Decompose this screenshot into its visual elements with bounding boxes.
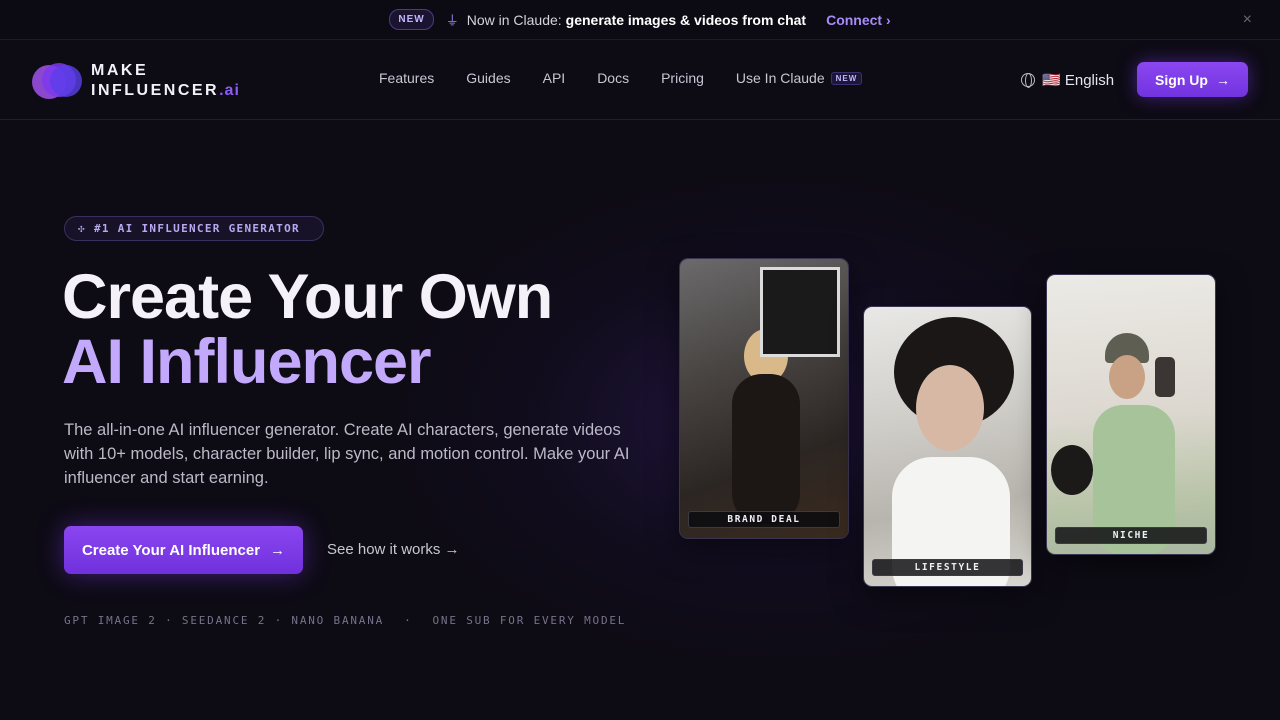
nav-item-pricing[interactable]: Pricing	[661, 70, 704, 86]
globe-icon	[1021, 73, 1035, 88]
see-how-it-works-link[interactable]: See how it works →	[327, 541, 460, 558]
models-list: GPT IMAGE 2 · SEEDANCE 2 · NANO BANANA	[64, 614, 385, 627]
announcement-lead: Now in Claude:	[466, 11, 562, 28]
card-label: BRAND DEAL	[688, 511, 840, 528]
models-tagline: ONE SUB FOR EVERY MODEL	[432, 614, 627, 627]
logo-line2: INFLUENCER	[91, 82, 220, 99]
arrow-right-icon: →	[1215, 71, 1230, 88]
cta-label: Create Your AI Influencer	[81, 541, 261, 559]
sparkle-icon: ✣	[78, 222, 86, 235]
announcement-message: generate images & videos from chat	[565, 11, 807, 28]
new-badge: NEW	[389, 9, 434, 30]
card-label: LIFESTYLE	[872, 559, 1023, 576]
arrow-right-icon: →	[270, 541, 286, 559]
language-label: 🇺🇸 English	[1042, 72, 1115, 89]
plug-icon: ⏚	[445, 13, 459, 28]
nav-item-label: Use In Claude	[735, 70, 825, 86]
nav-item-guides[interactable]: Guides	[466, 70, 510, 86]
main-nav: MAKE INFLUENCER.ai Features Guides API D…	[0, 40, 1280, 120]
new-tag: NEW	[830, 71, 863, 85]
nav-menu: Features Guides API Docs Pricing Use In …	[379, 70, 863, 86]
nav-item-use-in-claude[interactable]: Use In Claude NEW	[735, 70, 863, 86]
announcement-bar: NEW ⏚ Now in Claude: generate images & v…	[0, 0, 1280, 40]
hero-title-line1: Create Your Own	[62, 262, 553, 332]
logo-orb-icon	[50, 65, 82, 97]
card-label: NICHE	[1055, 527, 1207, 544]
connect-link-label[interactable]: Connect	[826, 12, 882, 28]
logo[interactable]: MAKE INFLUENCER.ai	[32, 61, 252, 101]
create-influencer-button[interactable]: Create Your AI Influencer →	[64, 526, 303, 574]
logo-line1: MAKE	[91, 62, 149, 79]
influencer-card-brand-deal[interactable]: BRAND DEAL	[679, 258, 849, 539]
chevron-right-icon: ›	[885, 11, 891, 28]
hero-title-line2: AI Influencer	[62, 327, 432, 397]
connect-link[interactable]: Connect ›	[826, 12, 891, 28]
influencer-card-lifestyle[interactable]: LIFESTYLE	[863, 306, 1032, 587]
nav-item-docs[interactable]: Docs	[597, 70, 629, 86]
logo-suffix: .ai	[219, 82, 240, 99]
influencer-photo	[1047, 275, 1215, 554]
logo-wordmark: MAKE INFLUENCER.ai	[91, 61, 240, 101]
close-icon[interactable]: ×	[1243, 11, 1252, 29]
nav-item-api[interactable]: API	[543, 70, 566, 86]
nav-item-features[interactable]: Features	[379, 70, 434, 86]
sign-up-label: Sign Up	[1155, 71, 1208, 88]
influencer-photo	[680, 259, 848, 538]
influencer-card-niche[interactable]: NICHE	[1046, 274, 1216, 555]
hero-badge-label: #1 AI INFLUENCER GENERATOR	[93, 222, 300, 235]
models-separator: ·	[404, 614, 413, 627]
models-strip: GPT IMAGE 2 · SEEDANCE 2 · NANO BANANA · O…	[64, 614, 626, 627]
hero-badge: ✣ #1 AI INFLUENCER GENERATOR	[64, 216, 324, 241]
language-selector[interactable]: 🇺🇸 English	[1021, 71, 1114, 89]
hero-subtitle: The all-in-one AI influencer generator. …	[64, 421, 630, 487]
influencer-photo	[864, 307, 1031, 586]
sign-up-button[interactable]: Sign Up →	[1137, 62, 1248, 97]
